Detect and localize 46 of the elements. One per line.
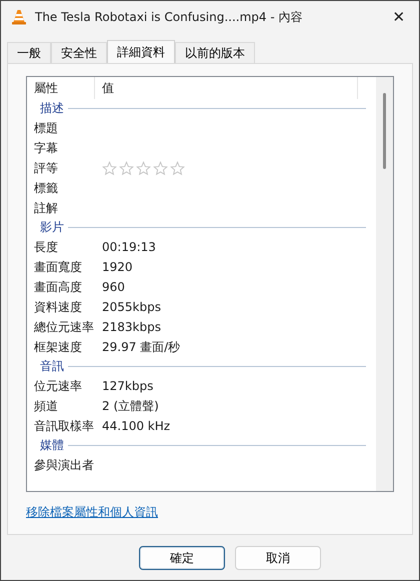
property-name: 畫面寬度 <box>34 258 83 276</box>
property-name: 參與演出者 <box>34 456 95 474</box>
column-header[interactable]: 屬性 <box>34 77 95 99</box>
tab[interactable]: 一般 <box>7 42 51 63</box>
group-header: 媒體 <box>40 437 64 454</box>
property-name: 長度 <box>34 238 59 256</box>
tab[interactable]: 安全性 <box>51 42 107 63</box>
star-icon[interactable] <box>153 160 168 176</box>
property-value: 29.97 畫面/秒 <box>102 338 180 356</box>
property-name: 頻道 <box>34 398 59 414</box>
tab[interactable]: 詳細資料 <box>107 40 175 63</box>
star-icon[interactable] <box>102 160 117 176</box>
property-name: 標籤 <box>34 180 59 196</box>
property-value: 2 (立體聲) <box>102 398 159 414</box>
star-icon[interactable] <box>170 160 185 176</box>
property-value: 1920 <box>102 260 133 274</box>
property-name: 標題 <box>34 120 59 136</box>
property-value: 127kbps <box>102 379 154 393</box>
property-name: 評等 <box>34 160 59 176</box>
group-header: 描述 <box>40 100 64 117</box>
property-name: 註解 <box>34 200 59 216</box>
property-value: 2055kbps <box>102 300 161 314</box>
column-header[interactable]: 值 <box>95 77 358 99</box>
scrollbar[interactable] <box>376 77 393 491</box>
property-name: 位元速率 <box>34 378 83 394</box>
property-name: 字幕 <box>34 140 59 156</box>
group-header: 影片 <box>40 219 64 236</box>
property-value: 44.100 kHz <box>102 419 170 433</box>
window-title: The Tesla Robotaxi is Confusing....mp4 - 內容 <box>35 8 304 26</box>
property-name: 畫面高度 <box>34 278 83 296</box>
remove-properties-link[interactable]: 移除檔案屬性和個人資訊 <box>26 504 158 521</box>
star-icon[interactable] <box>119 160 134 176</box>
star-icon[interactable] <box>136 160 151 176</box>
traffic-cone-icon <box>11 9 27 25</box>
property-value: 960 <box>102 280 125 294</box>
dialog-button[interactable]: 取消 <box>235 546 321 570</box>
property-value: 2183kbps <box>102 320 161 334</box>
dialog-button[interactable]: 確定 <box>139 546 225 570</box>
property-name: 框架速度 <box>34 338 83 356</box>
close-button[interactable]: ✕ <box>379 1 419 33</box>
property-name: 資料速度 <box>34 298 83 316</box>
group-header: 音訊 <box>40 358 64 375</box>
property-value: 00:19:13 <box>102 240 156 254</box>
property-name: 總位元速率 <box>34 318 95 336</box>
property-name: 音訊取樣率 <box>34 418 95 434</box>
tab[interactable]: 以前的版本 <box>175 42 255 63</box>
